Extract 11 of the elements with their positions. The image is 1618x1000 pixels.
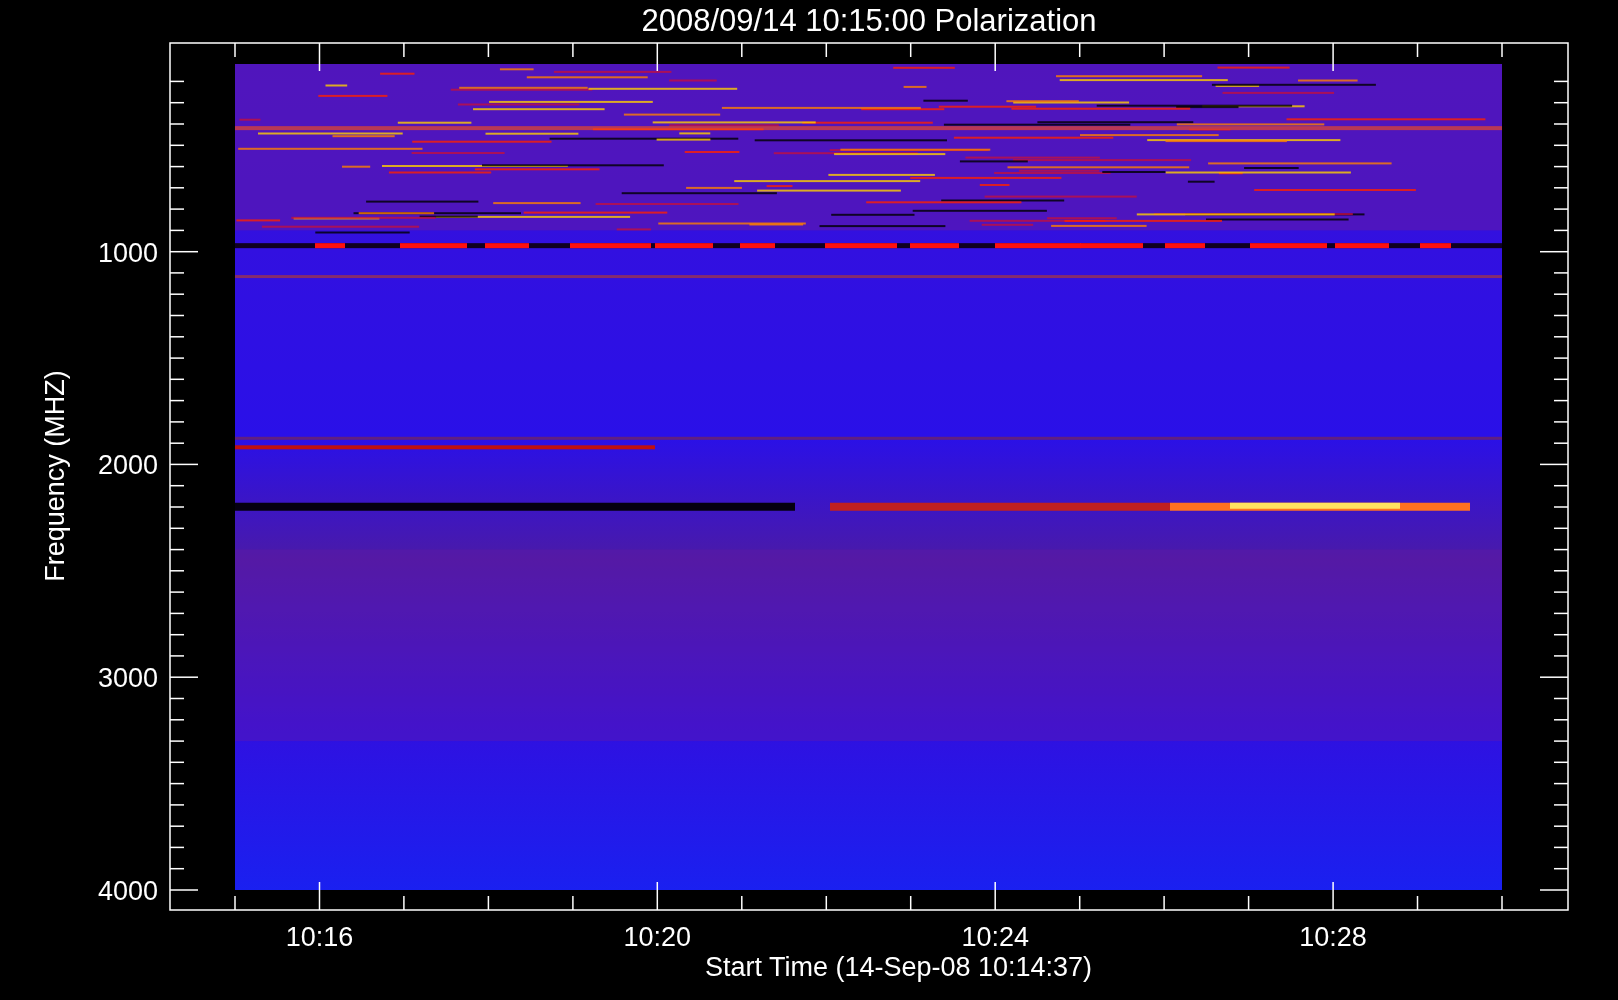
x-tick-label: 10:16 — [285, 922, 354, 952]
y-tick-label: 2000 — [97, 450, 158, 481]
y-tick-label: 3000 — [97, 663, 158, 694]
x-axis-title: Start Time (14-Sep-08 10:14:37) — [704, 952, 1093, 982]
y-tick-label: 1000 — [97, 237, 158, 268]
chart-title: 2008/09/14 10:15:00 Polarization — [641, 3, 1097, 38]
y-tick-label: 4000 — [97, 876, 158, 906]
y-axis-title: Frequency (MHZ) — [40, 370, 70, 582]
x-tick-label: 10:24 — [961, 922, 1029, 952]
x-tick-label: 10:20 — [623, 922, 692, 952]
x-tick-label: 10:28 — [1299, 922, 1367, 952]
